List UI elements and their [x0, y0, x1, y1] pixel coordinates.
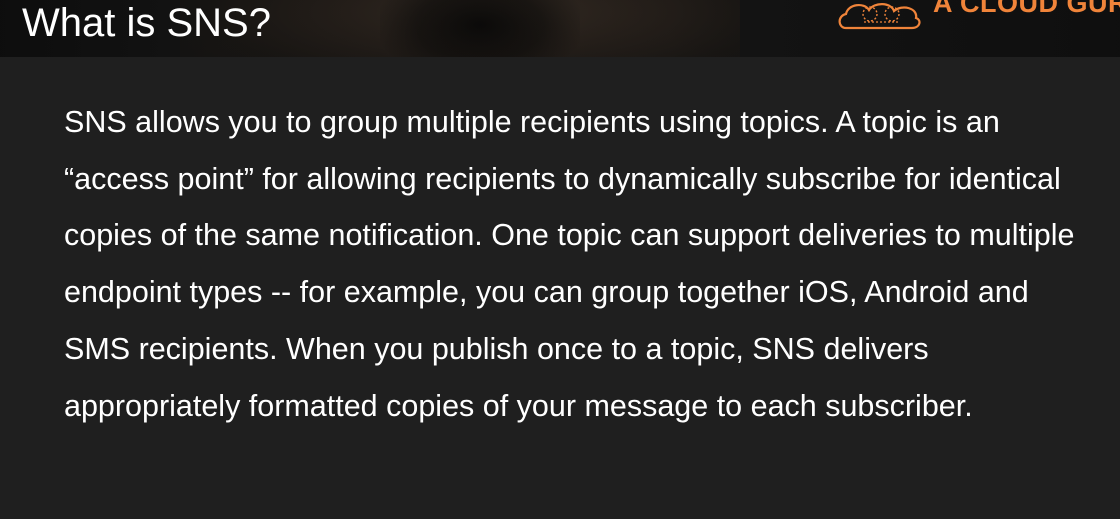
- cloud-guru-logo-icon: [838, 3, 921, 30]
- brand-logo: A CLOUD GURU: [836, 0, 1120, 34]
- slide-title: What is SNS?: [22, 1, 271, 45]
- slide: What is SNS? A CLOUD GURU SNS allows you…: [0, 0, 1120, 519]
- slide-body-text: SNS allows you to group multiple recipie…: [64, 105, 1075, 423]
- slide-header: What is SNS? A CLOUD GURU: [0, 0, 1120, 57]
- brand-logo-text: A CLOUD GURU: [933, 0, 1120, 18]
